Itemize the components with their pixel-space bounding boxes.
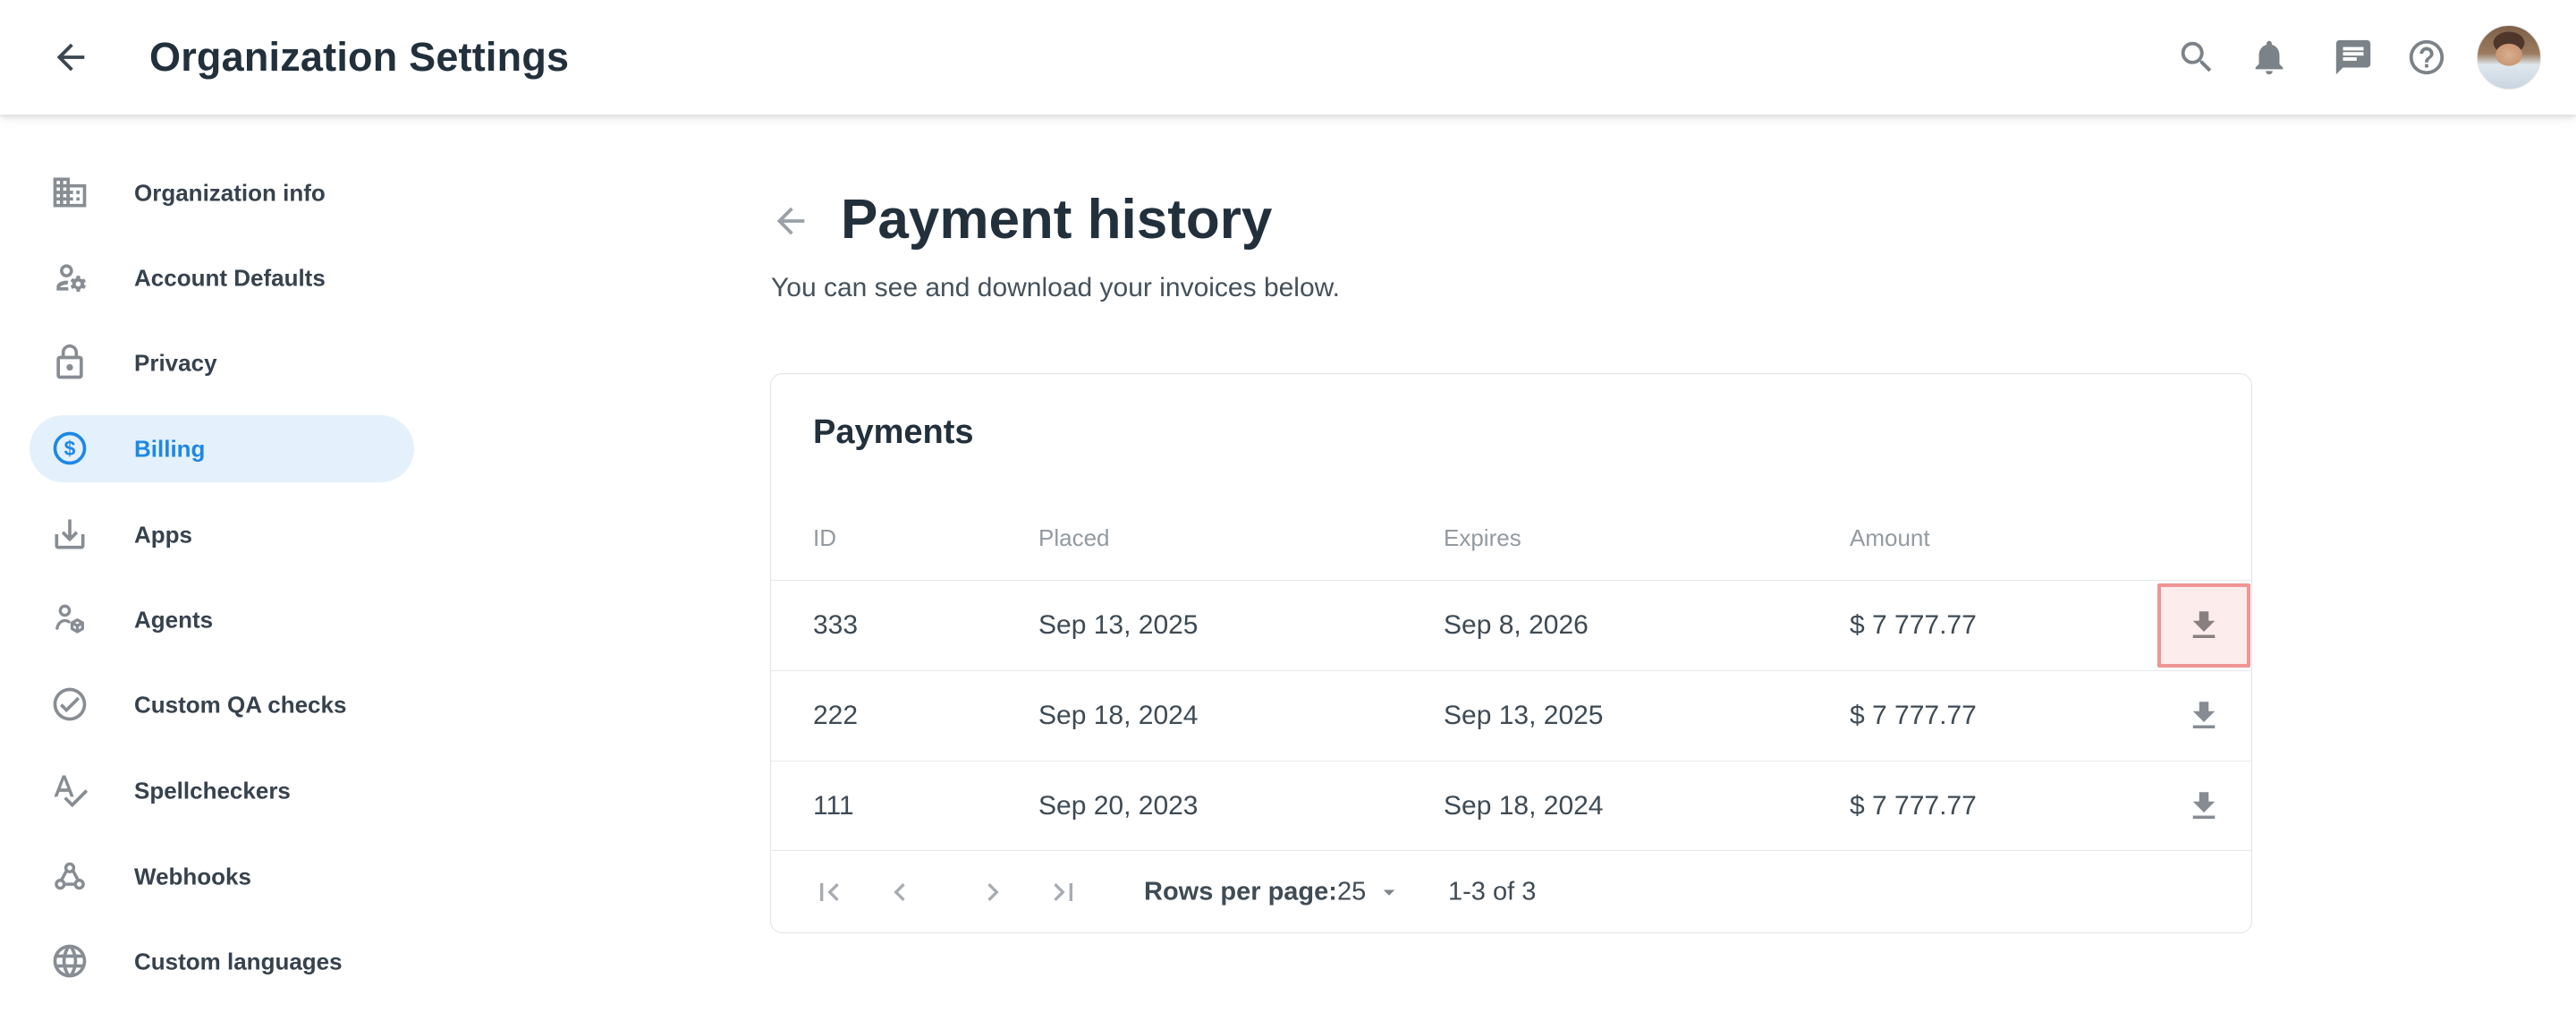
sidebar-item-label: Apps bbox=[134, 521, 192, 549]
check-circle-icon bbox=[50, 685, 89, 724]
chat-button[interactable] bbox=[2333, 37, 2374, 78]
account-gear-icon bbox=[50, 258, 89, 297]
next-page-button[interactable] bbox=[975, 874, 1011, 910]
sidebar-item-label: Billing bbox=[134, 435, 205, 463]
last-page-button[interactable] bbox=[1046, 874, 1081, 910]
table-row: 333 Sep 13, 2025 Sep 8, 2026 $ 7 777.77 bbox=[771, 581, 2251, 671]
user-avatar[interactable] bbox=[2477, 25, 2541, 89]
sidebar-item-label: Spellcheckers bbox=[134, 777, 291, 804]
sidebar-item-privacy[interactable]: Privacy bbox=[30, 329, 414, 396]
notifications-button[interactable] bbox=[2249, 37, 2290, 78]
column-header-expires: Expires bbox=[1444, 524, 1521, 552]
first-page-button[interactable] bbox=[811, 874, 847, 910]
webhook-icon bbox=[50, 856, 89, 896]
table-pagination: Rows per page: 25 1-3 of 3 bbox=[771, 851, 2251, 933]
sidebar-item-label: Organization info bbox=[134, 179, 326, 207]
lock-icon bbox=[50, 343, 89, 382]
cell-id: 333 bbox=[813, 610, 858, 641]
sidebar-item-label: Account Defaults bbox=[134, 264, 326, 292]
page-title: Payment history bbox=[841, 185, 1272, 255]
settings-sidebar: Organization info Account Defaults Priva… bbox=[0, 115, 447, 1021]
arrow-left-icon bbox=[770, 200, 811, 242]
download-invoice-button[interactable] bbox=[2157, 674, 2250, 758]
sidebar-item-label: Custom languages bbox=[134, 948, 343, 975]
sidebar-item-organization-info[interactable]: Organization info bbox=[30, 159, 414, 226]
previous-page-button[interactable] bbox=[882, 874, 918, 910]
cell-id: 222 bbox=[813, 701, 858, 731]
sidebar-item-label: Privacy bbox=[134, 349, 217, 377]
cell-expires: Sep 13, 2025 bbox=[1444, 701, 1604, 731]
sidebar-item-agents[interactable]: Agents bbox=[30, 586, 414, 653]
cell-placed: Sep 20, 2023 bbox=[1038, 791, 1199, 821]
table-row: 111 Sep 20, 2023 Sep 18, 2024 $ 7 777.77 bbox=[771, 761, 2251, 851]
globe-icon bbox=[50, 941, 89, 981]
help-button[interactable] bbox=[2406, 37, 2447, 78]
cell-expires: Sep 8, 2026 bbox=[1444, 610, 1589, 641]
download-icon bbox=[2185, 787, 2223, 825]
last-page-icon bbox=[1046, 874, 1081, 910]
pagination-range-label: 1-3 of 3 bbox=[1448, 878, 1536, 907]
sidebar-item-webhooks[interactable]: Webhooks bbox=[30, 843, 414, 910]
cell-placed: Sep 18, 2024 bbox=[1038, 701, 1199, 731]
cell-id: 111 bbox=[813, 791, 854, 821]
chat-icon bbox=[2333, 37, 2374, 78]
app-title: Organization Settings bbox=[149, 32, 569, 82]
help-icon bbox=[2406, 37, 2447, 78]
download-icon bbox=[2185, 607, 2223, 644]
sidebar-item-custom-languages[interactable]: Custom languages bbox=[30, 928, 414, 995]
search-button[interactable] bbox=[2176, 37, 2217, 78]
sidebar-item-account-defaults[interactable]: Account Defaults bbox=[30, 244, 414, 311]
cell-placed: Sep 13, 2025 bbox=[1038, 610, 1199, 641]
organization-settings-page: { "header": { "title": "Organization Set… bbox=[0, 0, 2576, 1021]
back-button[interactable] bbox=[50, 37, 91, 78]
sidebar-item-custom-qa-checks[interactable]: Custom QA checks bbox=[30, 671, 414, 738]
column-header-amount: Amount bbox=[1850, 524, 1930, 552]
rows-per-page-value[interactable]: 25 bbox=[1337, 878, 1366, 907]
download-invoice-button[interactable] bbox=[2157, 764, 2250, 848]
agent-cube-icon bbox=[50, 600, 89, 639]
cell-expires: Sep 18, 2024 bbox=[1444, 791, 1604, 821]
rows-per-page-dropdown[interactable] bbox=[1376, 879, 1402, 906]
next-page-icon bbox=[975, 874, 1011, 910]
column-header-placed: Placed bbox=[1038, 524, 1110, 552]
arrow-left-icon bbox=[50, 37, 91, 78]
cell-amount: $ 7 777.77 bbox=[1850, 701, 1977, 731]
sidebar-item-apps[interactable]: Apps bbox=[30, 501, 414, 568]
notifications-bell-icon bbox=[2249, 37, 2290, 78]
rows-per-page-label: Rows per page: bbox=[1144, 878, 1337, 907]
payment-history-back-button[interactable] bbox=[770, 200, 811, 242]
column-header-id: ID bbox=[813, 524, 836, 552]
table-row: 222 Sep 18, 2024 Sep 13, 2025 $ 7 777.77 bbox=[771, 671, 2251, 761]
download-icon bbox=[2185, 697, 2223, 735]
download-invoice-button[interactable] bbox=[2157, 583, 2250, 668]
top-bar: Organization Settings bbox=[0, 0, 2576, 115]
cell-amount: $ 7 777.77 bbox=[1850, 610, 1977, 641]
sidebar-item-spellcheckers[interactable]: Spellcheckers bbox=[30, 757, 414, 824]
spellcheck-icon bbox=[50, 770, 89, 810]
search-icon bbox=[2176, 37, 2217, 78]
sidebar-item-label: Custom QA checks bbox=[134, 691, 346, 719]
dollar-circle-icon bbox=[50, 429, 89, 468]
previous-page-icon bbox=[882, 874, 918, 910]
building-icon bbox=[50, 173, 89, 212]
table-header-row: ID Placed Expires Amount bbox=[771, 374, 2251, 581]
cell-amount: $ 7 777.77 bbox=[1850, 791, 1977, 821]
sidebar-item-billing[interactable]: Billing bbox=[30, 415, 414, 482]
sidebar-item-label: Webhooks bbox=[134, 863, 251, 890]
sidebar-item-label: Agents bbox=[134, 606, 213, 634]
first-page-icon bbox=[811, 874, 847, 910]
chevron-down-icon bbox=[1376, 879, 1402, 906]
page-subtitle: You can see and download your invoices b… bbox=[771, 271, 1340, 305]
payments-card: Payments ID Placed Expires Amount 333 Se… bbox=[770, 373, 2252, 933]
download-tray-icon bbox=[50, 515, 89, 554]
